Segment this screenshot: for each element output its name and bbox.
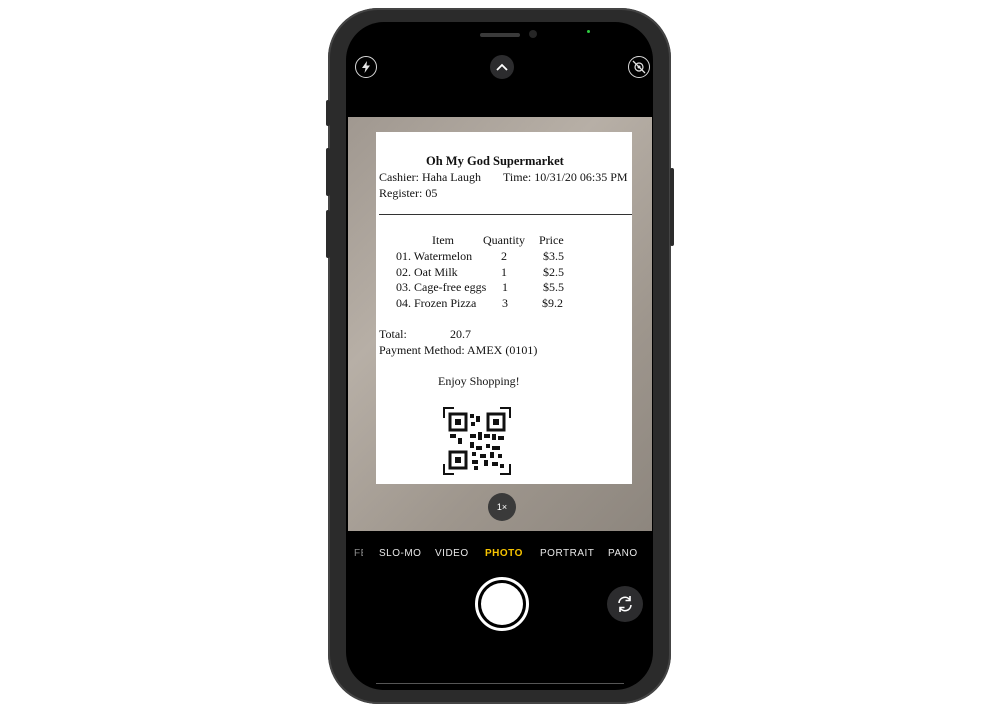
item-qty: 1: [502, 280, 508, 294]
receipt-divider: [379, 214, 632, 215]
item-qty: 1: [501, 265, 507, 279]
item-price: $2.5: [543, 265, 564, 279]
total-value: 20.7: [450, 327, 471, 341]
cashier-line: Cashier: Haha Laugh: [379, 170, 481, 184]
mode-portrait[interactable]: PORTRAIT: [540, 548, 594, 559]
column-header-item: Item: [432, 233, 454, 247]
mode-video[interactable]: VIDEO: [435, 548, 469, 559]
volume-down-button: [326, 210, 330, 258]
store-name: Oh My God Supermarket: [426, 154, 564, 168]
total-label: Total:: [379, 327, 407, 341]
shutter-button[interactable]: [475, 577, 529, 631]
mode-pano[interactable]: PANO: [608, 548, 638, 559]
camera-flip-icon[interactable]: [607, 586, 643, 622]
item-qty: 3: [502, 296, 508, 310]
flash-icon[interactable]: [355, 56, 377, 78]
item-name: 01. Watermelon: [396, 249, 473, 263]
item-price: $9.2: [542, 296, 563, 310]
receipt-footer: Enjoy Shopping!: [438, 374, 520, 388]
shutter-inner: [481, 583, 523, 625]
earpiece-speaker: [480, 33, 520, 37]
volume-up-button: [326, 148, 330, 196]
item-name: 04. Frozen Pizza: [396, 296, 477, 310]
item-name: 02. Oat Milk: [396, 265, 458, 279]
mode-slo-mo[interactable]: SLO-MO: [379, 548, 421, 559]
mode-time-lapse[interactable]: FE: [354, 548, 363, 559]
mute-switch: [326, 100, 330, 126]
register-line: Register: 05: [379, 186, 438, 200]
payment-method: Payment Method: AMEX (0101): [379, 343, 538, 357]
zoom-button[interactable]: 1×: [488, 493, 516, 521]
live-photo-off-icon[interactable]: [628, 56, 650, 78]
side-button: [670, 168, 674, 246]
item-price: $5.5: [543, 280, 564, 294]
column-header-price: Price: [539, 233, 564, 247]
front-camera: [529, 30, 537, 38]
mode-photo[interactable]: PHOTO: [485, 548, 523, 559]
item-price: $3.5: [543, 249, 564, 263]
camera-indicator-dot: [587, 30, 590, 33]
item-name: 03. Cage-free eggs: [396, 280, 487, 294]
home-indicator: [376, 683, 624, 684]
item-qty: 2: [501, 249, 507, 263]
column-header-quantity: Quantity: [483, 233, 525, 247]
chevron-up-icon[interactable]: [490, 55, 514, 79]
time-line: Time: 10/31/20 06:35 PM: [503, 170, 628, 184]
qr-code-icon: [442, 406, 512, 480]
receipt: Oh My God Supermarket Cashier: Haha Laug…: [376, 132, 632, 484]
